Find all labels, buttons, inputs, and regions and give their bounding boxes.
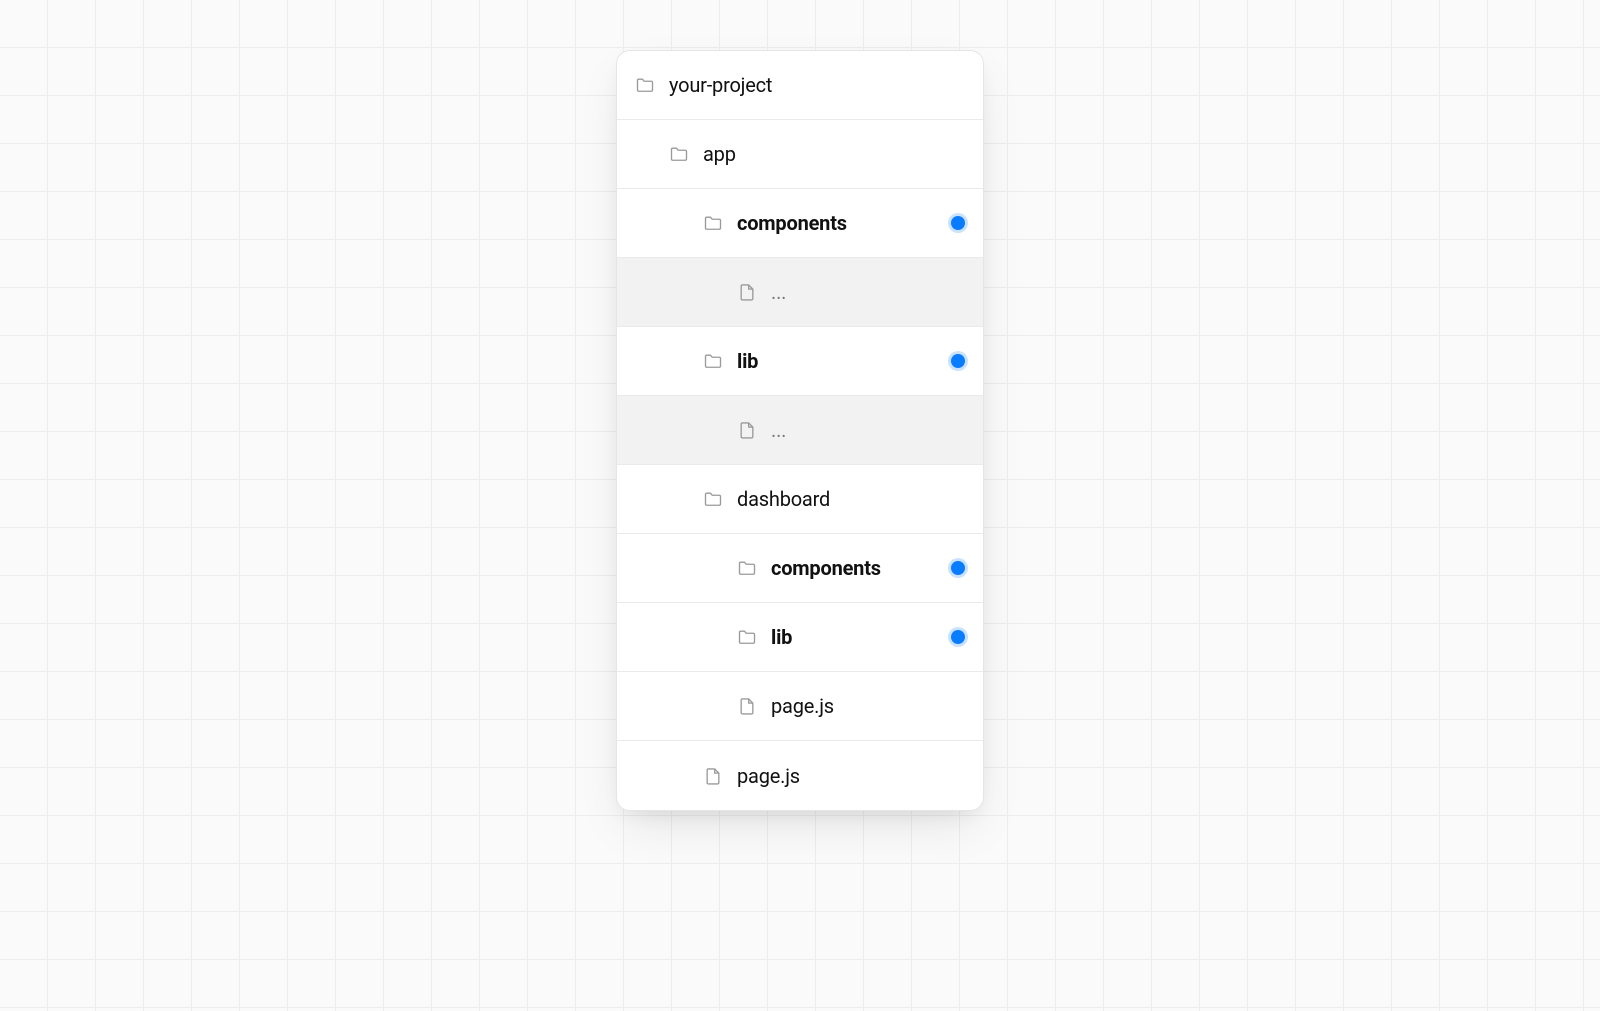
file-icon xyxy=(703,766,723,786)
tree-item-label: ... xyxy=(771,418,965,442)
tree-item-app[interactable]: app xyxy=(617,120,983,189)
tree-item-label: components xyxy=(771,556,939,580)
tree-item-app-lib[interactable]: lib xyxy=(617,327,983,396)
tree-item-label: page.js xyxy=(771,694,965,718)
tree-item-label: app xyxy=(703,142,965,166)
tree-item-dashboard-page[interactable]: page.js xyxy=(617,672,983,741)
tree-item-app-components[interactable]: components xyxy=(617,189,983,258)
folder-icon xyxy=(703,489,723,509)
file-icon xyxy=(737,696,757,716)
tree-item-dashboard[interactable]: dashboard xyxy=(617,465,983,534)
tree-item-app-lib-more[interactable]: ... xyxy=(617,396,983,465)
tree-item-dashboard-lib[interactable]: lib xyxy=(617,603,983,672)
tree-item-label: lib xyxy=(771,625,939,649)
tree-item-root[interactable]: your-project xyxy=(617,51,983,120)
file-icon xyxy=(737,420,757,440)
folder-icon xyxy=(737,558,757,578)
status-dot-icon xyxy=(951,354,965,368)
tree-item-app-page[interactable]: page.js xyxy=(617,741,983,810)
tree-item-label: your-project xyxy=(669,73,965,97)
tree-item-app-components-more[interactable]: ... xyxy=(617,258,983,327)
tree-item-label: dashboard xyxy=(737,487,965,511)
tree-item-label: components xyxy=(737,211,939,235)
status-dot-icon xyxy=(951,561,965,575)
tree-item-label: lib xyxy=(737,349,939,373)
folder-icon xyxy=(669,144,689,164)
folder-icon xyxy=(635,75,655,95)
status-dot-icon xyxy=(951,216,965,230)
file-tree-panel: your-project app components ... lib xyxy=(616,50,984,811)
folder-icon xyxy=(703,351,723,371)
folder-icon xyxy=(737,627,757,647)
folder-icon xyxy=(703,213,723,233)
file-icon xyxy=(737,282,757,302)
tree-item-label: ... xyxy=(771,280,965,304)
tree-item-label: page.js xyxy=(737,764,965,788)
tree-item-dashboard-components[interactable]: components xyxy=(617,534,983,603)
status-dot-icon xyxy=(951,630,965,644)
